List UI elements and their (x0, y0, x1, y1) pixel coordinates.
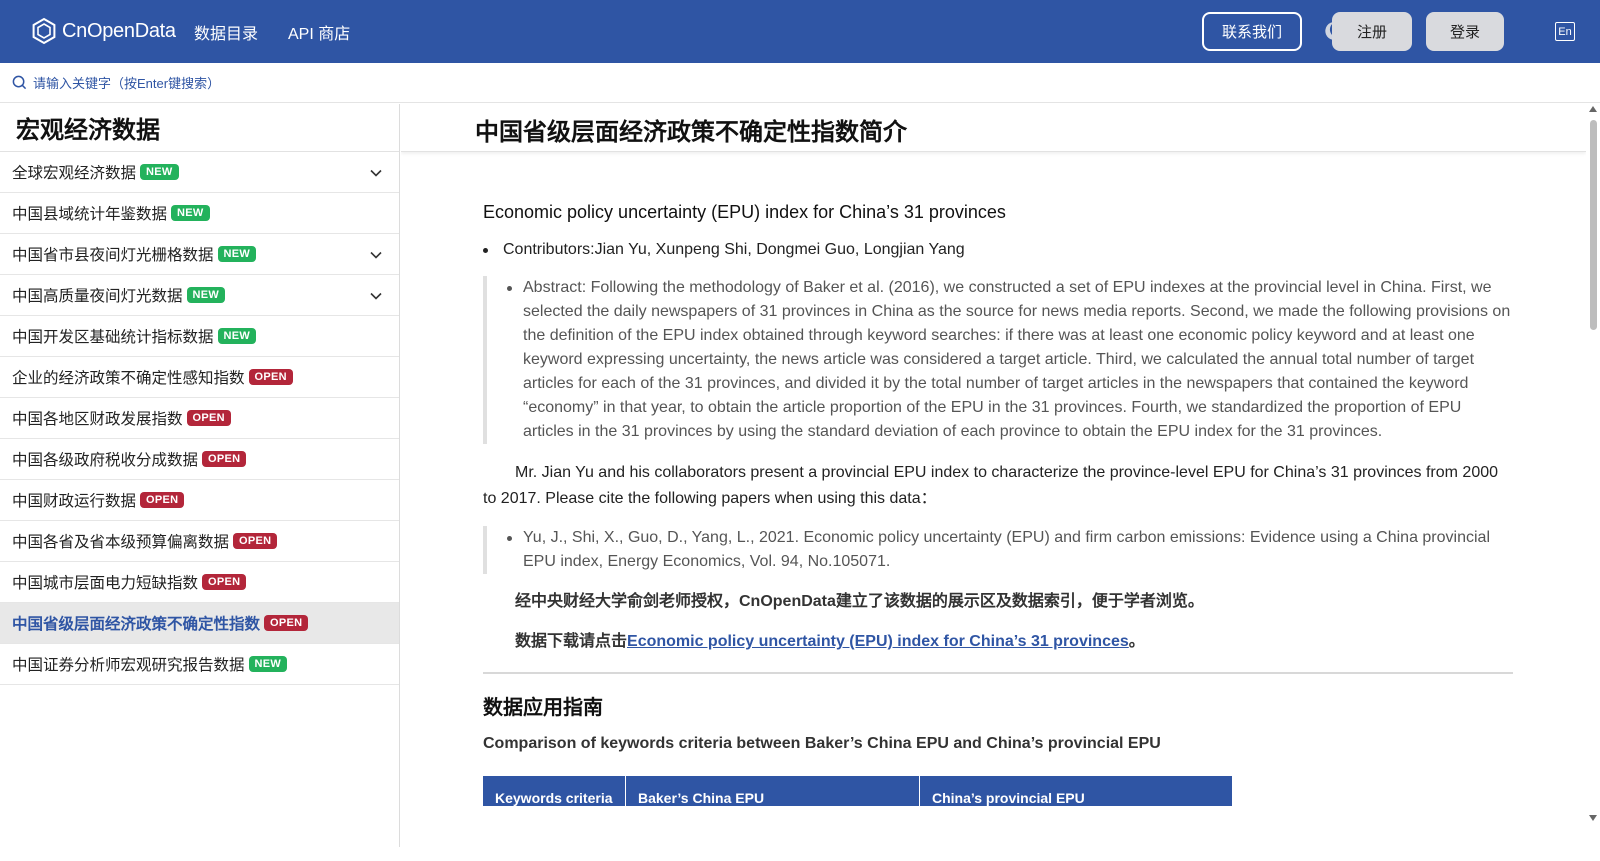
status-badge: OPEN (264, 615, 309, 631)
status-badge: OPEN (233, 533, 278, 549)
status-badge: NEW (186, 287, 226, 303)
nav-api-store[interactable]: API 商店 (288, 20, 350, 44)
sidebar-item[interactable]: 中国各地区财政发展指数 OPEN (0, 398, 399, 439)
sidebar-item[interactable]: 中国城市层面电力短缺指数 OPEN (0, 562, 399, 603)
scrollbar[interactable] (1586, 104, 1600, 847)
language-toggle-icon[interactable]: En (1555, 22, 1575, 41)
chevron-down-icon[interactable] (369, 248, 383, 262)
sidebar-item[interactable]: 中国各省及省本级预算偏离数据 OPEN (0, 521, 399, 562)
sidebar-item-label: 中国各地区财政发展指数 (12, 411, 183, 428)
download-line: 数据下载请点击Economic policy uncertainty (EPU)… (483, 630, 1513, 654)
sidebar-item[interactable]: 中国各级政府税收分成数据 OPEN (0, 439, 399, 480)
search-icon (12, 75, 27, 90)
abstract-text: Abstract: Following the methodology of B… (503, 276, 1513, 444)
sidebar: 宏观经济数据 全球宏观经济数据 NEW 中国县域统计年鉴数据 NEW 中国省市县夜间灯光… (0, 104, 400, 847)
page-header: 中国省级层面经济政策不确定性指数简介 (401, 104, 1586, 152)
contributors: Contributors:Jian Yu, Xunpeng Shi, Dongm… (483, 238, 1513, 262)
divider (483, 672, 1513, 674)
abstract-quote: Abstract: Following the methodology of B… (483, 276, 1513, 444)
sidebar-item-label: 中国县域统计年鉴数据 (12, 206, 168, 223)
contact-us-button[interactable]: 联系我们 (1202, 12, 1302, 51)
logo-text: CnOpenData (62, 19, 176, 42)
sidebar-item[interactable]: 企业的经济政策不确定性感知指数 OPEN (0, 357, 399, 398)
sidebar-title: 宏观经济数据 (0, 104, 399, 152)
hexagon-logo-icon (32, 17, 56, 45)
status-badge: NEW (140, 164, 179, 180)
chevron-down-icon[interactable] (369, 289, 383, 303)
table-header-cell: China’s provincial EPU (932, 790, 1085, 806)
sidebar-item-label: 中国证券分析师宏观研究报告数据 (12, 657, 245, 674)
sidebar-item[interactable]: 全球宏观经济数据 NEW (0, 152, 399, 193)
page-title: 中国省级层面经济政策不确定性指数简介 (475, 119, 907, 146)
status-badge: NEW (248, 656, 288, 672)
authorization-note: 经中央财经大学俞剑老师授权，CnOpenData建立了该数据的展示区及数据索引，… (515, 593, 1204, 610)
scroll-down-icon[interactable] (1589, 815, 1597, 821)
intro-paragraph: Mr. Jian Yu and his collaborators presen… (483, 464, 1499, 507)
sidebar-item[interactable]: 中国开发区基础统计指标数据 NEW (0, 316, 399, 357)
guide-title: 数据应用指南 (483, 697, 603, 719)
register-button[interactable]: 注册 (1332, 12, 1412, 51)
sidebar-item-label: 中国各级政府税收分成数据 (12, 452, 199, 469)
article: Economic policy uncertainty (EPU) index … (483, 200, 1513, 806)
article-heading: Economic policy uncertainty (EPU) index … (483, 202, 1006, 222)
guide-subtitle: Comparison of keywords criteria between … (483, 735, 1161, 752)
sidebar-item[interactable]: 中国省级层面经济政策不确定性指数 OPEN (0, 603, 399, 644)
status-badge: OPEN (202, 451, 247, 467)
sidebar-item-label: 全球宏观经济数据 (12, 165, 137, 182)
table-header-row: Keywords criteria Baker’s China EPU Chin… (483, 776, 1232, 806)
search-input[interactable]: 请输入关键字（按Enter键搜索） (33, 73, 220, 92)
top-navbar: CnOpenData 数据目录 API 商店 联系我们 注册 登录 En (0, 0, 1600, 63)
citation-quote: Yu, J., Shi, X., Guo, D., Yang, L., 2021… (483, 526, 1513, 574)
sidebar-item[interactable]: 中国财政运行数据 OPEN (0, 480, 399, 521)
status-badge: OPEN (248, 369, 293, 385)
sidebar-item-label: 中国高质量夜间灯光数据 (12, 288, 183, 305)
download-suffix: 。 (1128, 633, 1145, 650)
sidebar-item-label: 中国省级层面经济政策不确定性指数 (12, 616, 261, 633)
status-badge: NEW (171, 205, 210, 221)
status-badge: NEW (217, 246, 257, 262)
sidebar-item-label: 中国各省及省本级预算偏离数据 (12, 534, 230, 551)
sidebar-item-label: 中国财政运行数据 (12, 493, 137, 510)
table-header-cell: Keywords criteria (483, 776, 626, 806)
status-badge: NEW (217, 328, 257, 344)
status-badge: OPEN (186, 410, 231, 426)
sidebar-item-label: 中国开发区基础统计指标数据 (12, 329, 214, 346)
logo[interactable]: CnOpenData (30, 16, 176, 46)
sidebar-item[interactable]: 中国县域统计年鉴数据 NEW (0, 193, 399, 234)
table-header-cell: Baker’s China EPU (626, 776, 920, 806)
login-button[interactable]: 登录 (1426, 12, 1504, 51)
sidebar-item-label: 企业的经济政策不确定性感知指数 (12, 370, 245, 387)
sidebar-item-label: 中国城市层面电力短缺指数 (12, 575, 199, 592)
scrollbar-thumb[interactable] (1590, 120, 1597, 330)
download-prefix: 数据下载请点击 (515, 633, 628, 650)
status-badge: OPEN (202, 574, 247, 590)
scroll-up-icon[interactable] (1589, 106, 1597, 112)
sidebar-item[interactable]: 中国省市县夜间灯光栅格数据 NEW (0, 234, 399, 275)
status-badge: OPEN (140, 492, 185, 508)
main-content: 中国省级层面经济政策不确定性指数简介 Economic policy uncer… (401, 104, 1586, 847)
sidebar-item[interactable]: 中国证券分析师宏观研究报告数据 NEW (0, 644, 399, 685)
sidebar-item-label: 中国省市县夜间灯光栅格数据 (12, 247, 214, 264)
sidebar-item[interactable]: 中国高质量夜间灯光数据 NEW (0, 275, 399, 316)
citation-text: Yu, J., Shi, X., Guo, D., Yang, L., 2021… (503, 526, 1513, 574)
search-bar[interactable]: 请输入关键字（按Enter键搜索） (0, 63, 1600, 103)
nav-data-catalog[interactable]: 数据目录 (194, 20, 258, 44)
download-link[interactable]: Economic policy uncertainty (EPU) index … (627, 633, 1129, 650)
chevron-down-icon[interactable] (369, 166, 383, 180)
